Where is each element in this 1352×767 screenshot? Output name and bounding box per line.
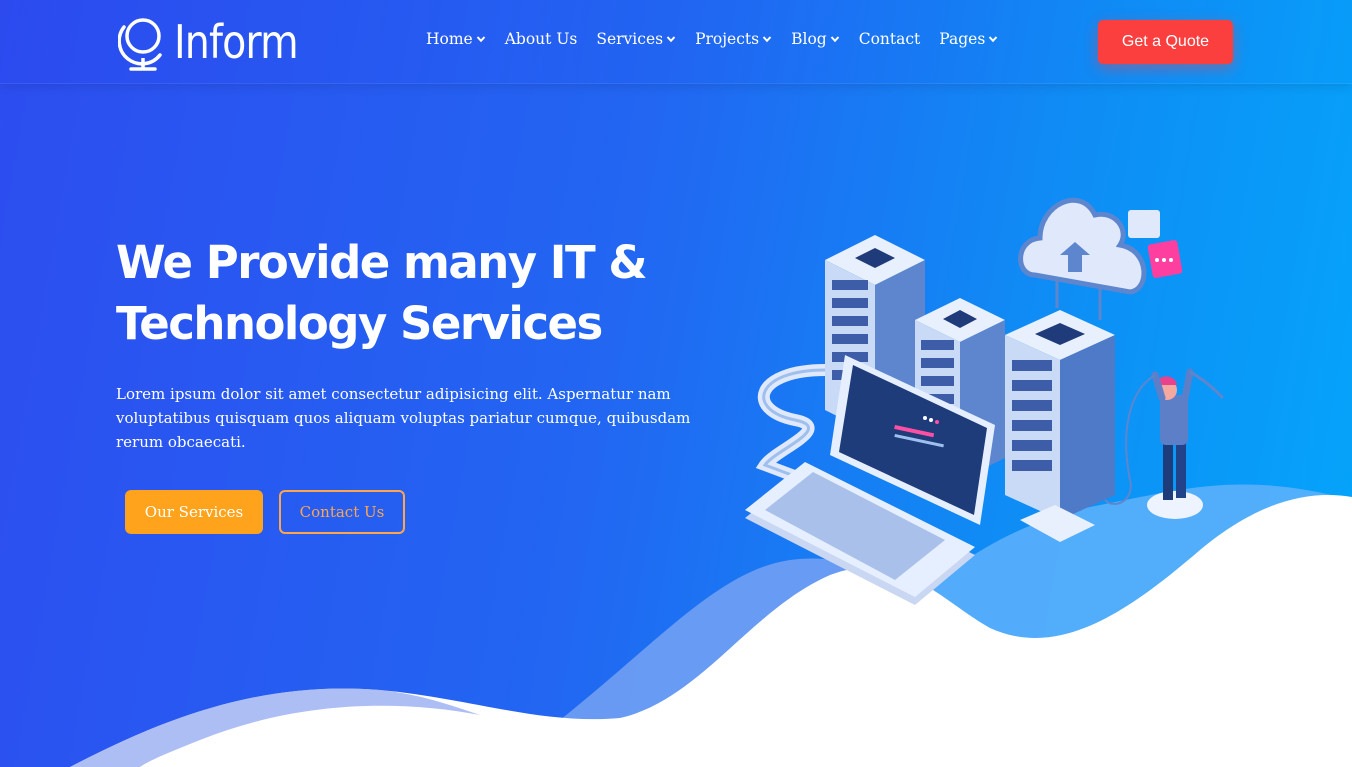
it-services-illustration [745, 197, 1225, 605]
nav-item-contact[interactable]: Contact [859, 30, 921, 48]
hero-title-line: Technology Services [116, 297, 603, 350]
server-rack-icon [1005, 310, 1115, 520]
chevron-down-icon [989, 36, 998, 43]
chevron-down-icon [762, 36, 772, 43]
hero-title-line: We Provide many IT & [116, 236, 648, 289]
hero-description: Lorem ipsum dolor sit amet consectetur a… [116, 385, 691, 451]
chevron-down-icon [666, 36, 676, 43]
site-header: Inform Home About Us Services Projects B… [0, 0, 1352, 84]
brand-logo[interactable]: Inform [118, 10, 318, 74]
cloud-upload-icon [1018, 197, 1147, 320]
contact-us-button[interactable]: Contact Us [279, 490, 405, 534]
chevron-down-icon [830, 36, 839, 43]
nav-item-label: Projects [695, 30, 760, 48]
nav-item-label: Contact [858, 30, 921, 48]
nav-item-services[interactable]: Services [596, 30, 676, 48]
nav-item-projects[interactable]: Projects [695, 30, 772, 48]
our-services-button[interactable]: Our Services [125, 490, 263, 534]
globe-icon [118, 11, 168, 73]
nav-item-label: Services [596, 30, 664, 48]
nav-item-label: Pages [939, 30, 986, 48]
brand-name: Inform [174, 15, 299, 69]
nav-item-label: Home [426, 30, 473, 48]
nav-item-about[interactable]: About Us [505, 30, 578, 48]
nav-item-label: Blog [791, 30, 827, 48]
main-nav: Home About Us Services Projects Blog Con… [426, 30, 1017, 48]
technician-icon [1104, 368, 1225, 519]
chevron-down-icon [476, 36, 485, 43]
get-quote-button[interactable]: Get a Quote [1098, 20, 1233, 64]
nav-item-home[interactable]: Home [426, 30, 486, 48]
nav-item-label: About Us [504, 30, 578, 48]
nav-item-pages[interactable]: Pages [939, 30, 998, 48]
nav-item-blog[interactable]: Blog [791, 30, 840, 48]
hero-title: We Provide many IT & Technology Services [116, 232, 676, 354]
